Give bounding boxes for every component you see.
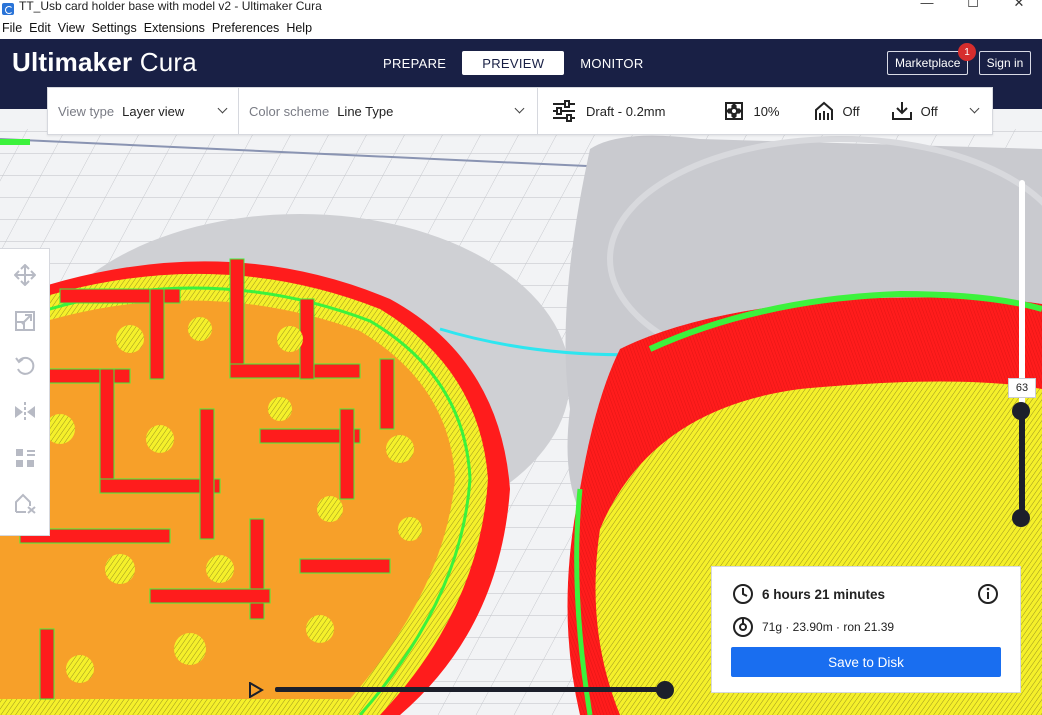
support-icon xyxy=(814,101,833,120)
infill-icon xyxy=(725,102,744,120)
ultimaker-cura-logo: Ultimaker Cura xyxy=(12,47,197,78)
menu-file[interactable]: File xyxy=(2,21,27,35)
menu-view[interactable]: View xyxy=(58,21,90,35)
support-blocker-tool-button[interactable] xyxy=(10,489,40,517)
chevron-down-icon xyxy=(217,103,228,114)
sliders-icon xyxy=(553,100,575,122)
menu-help[interactable]: Help xyxy=(286,21,317,35)
marketplace-button[interactable]: Marketplace xyxy=(887,51,969,75)
move-icon xyxy=(13,263,36,286)
left-tool-panel xyxy=(0,248,50,536)
minimize-button[interactable]: — xyxy=(904,0,950,11)
current-layer-field[interactable]: 63 xyxy=(1008,378,1036,398)
support-item: Off xyxy=(814,101,860,121)
tab-prepare[interactable]: PREPARE xyxy=(367,51,462,75)
logo-bold-text: Ultimaker xyxy=(12,47,133,77)
color-scheme-value: Line Type xyxy=(337,103,394,119)
infill-item: 10% xyxy=(725,102,780,120)
close-button[interactable]: ✕ xyxy=(996,0,1042,11)
per-model-settings-tool-button[interactable] xyxy=(10,444,40,472)
print-time: 6 hours 21 minutes xyxy=(762,586,886,602)
clock-icon xyxy=(733,584,753,604)
print-setup-selector[interactable]: Draft - 0.2mm 10% Off Off xyxy=(538,88,992,134)
layer-slider-range xyxy=(1019,411,1025,518)
color-scheme-label: Color scheme xyxy=(249,103,330,119)
view-toolbar: View type Layer view Color scheme Line T… xyxy=(47,87,993,135)
title-bar: TT_Usb card holder base with model v2 - … xyxy=(0,0,1042,17)
menu-settings[interactable]: Settings xyxy=(92,21,142,35)
adhesion-item: Off xyxy=(891,101,938,121)
adhesion-value: Off xyxy=(920,103,938,119)
print-information-panel: 6 hours 21 minutes 71g · 23.90m · ron 21… xyxy=(711,566,1021,693)
chevron-down-icon xyxy=(514,103,525,114)
stage-tabs: PREPARE PREVIEW MONITOR xyxy=(367,51,660,75)
cura-app-icon xyxy=(2,2,14,15)
scale-tool-button[interactable] xyxy=(10,307,40,335)
per-model-settings-icon xyxy=(15,448,35,467)
menu-preferences[interactable]: Preferences xyxy=(212,21,284,35)
layer-slider-lower-handle[interactable] xyxy=(1012,509,1030,527)
spool-icon xyxy=(733,617,753,637)
rotate-tool-button[interactable] xyxy=(10,352,40,380)
color-scheme-dropdown[interactable]: Color scheme Line Type xyxy=(239,88,538,134)
print-time-row: 6 hours 21 minutes xyxy=(732,583,885,605)
view-type-label: View type xyxy=(58,103,115,119)
play-icon[interactable] xyxy=(248,682,264,698)
window-title: TT_Usb card holder base with model v2 - … xyxy=(19,0,322,13)
support-value: Off xyxy=(842,103,860,119)
scale-icon xyxy=(14,310,35,331)
save-to-disk-button[interactable]: Save to Disk xyxy=(731,647,1001,677)
window-controls: — ☐ ✕ xyxy=(904,0,1042,17)
plate-edge-marker xyxy=(0,139,30,145)
view-type-dropdown[interactable]: View type Layer view xyxy=(48,88,239,134)
tab-monitor[interactable]: MONITOR xyxy=(564,51,659,75)
mirror-icon xyxy=(14,401,35,422)
mirror-tool-button[interactable] xyxy=(10,398,40,426)
view-type-value: Layer view xyxy=(122,103,185,119)
path-slider-handle[interactable] xyxy=(656,681,674,699)
adhesion-icon xyxy=(891,102,912,120)
menu-edit[interactable]: Edit xyxy=(29,21,56,35)
chevron-down-icon[interactable] xyxy=(969,103,980,114)
logo-light-text: Cura xyxy=(139,47,197,77)
info-icon xyxy=(978,584,998,604)
tab-preview[interactable]: PREVIEW xyxy=(462,51,565,75)
print-details-button[interactable] xyxy=(977,583,999,608)
maximize-button[interactable]: ☐ xyxy=(950,0,996,11)
marketplace-notification-badge: 1 xyxy=(958,43,976,61)
path-slider-track[interactable] xyxy=(275,687,666,692)
profile-item: Draft - 0.2mm xyxy=(552,100,665,122)
menu-extensions[interactable]: Extensions xyxy=(144,21,210,35)
material-row: 71g · 23.90m · ron 21.39 xyxy=(732,616,894,638)
layer-slider-upper-handle[interactable] xyxy=(1012,402,1030,420)
infill-value: 10% xyxy=(753,103,780,119)
sign-in-button[interactable]: Sign in xyxy=(979,51,1031,75)
material-estimate: 71g · 23.90m · ron 21.39 xyxy=(762,620,895,634)
support-blocker-icon xyxy=(14,493,36,514)
layer-slider-track[interactable] xyxy=(1019,180,1025,411)
rotate-icon xyxy=(14,357,34,376)
menu-bar: File Edit View Settings Extensions Prefe… xyxy=(0,17,1042,39)
move-tool-button[interactable] xyxy=(10,261,40,289)
profile-value: Draft - 0.2mm xyxy=(586,103,666,119)
